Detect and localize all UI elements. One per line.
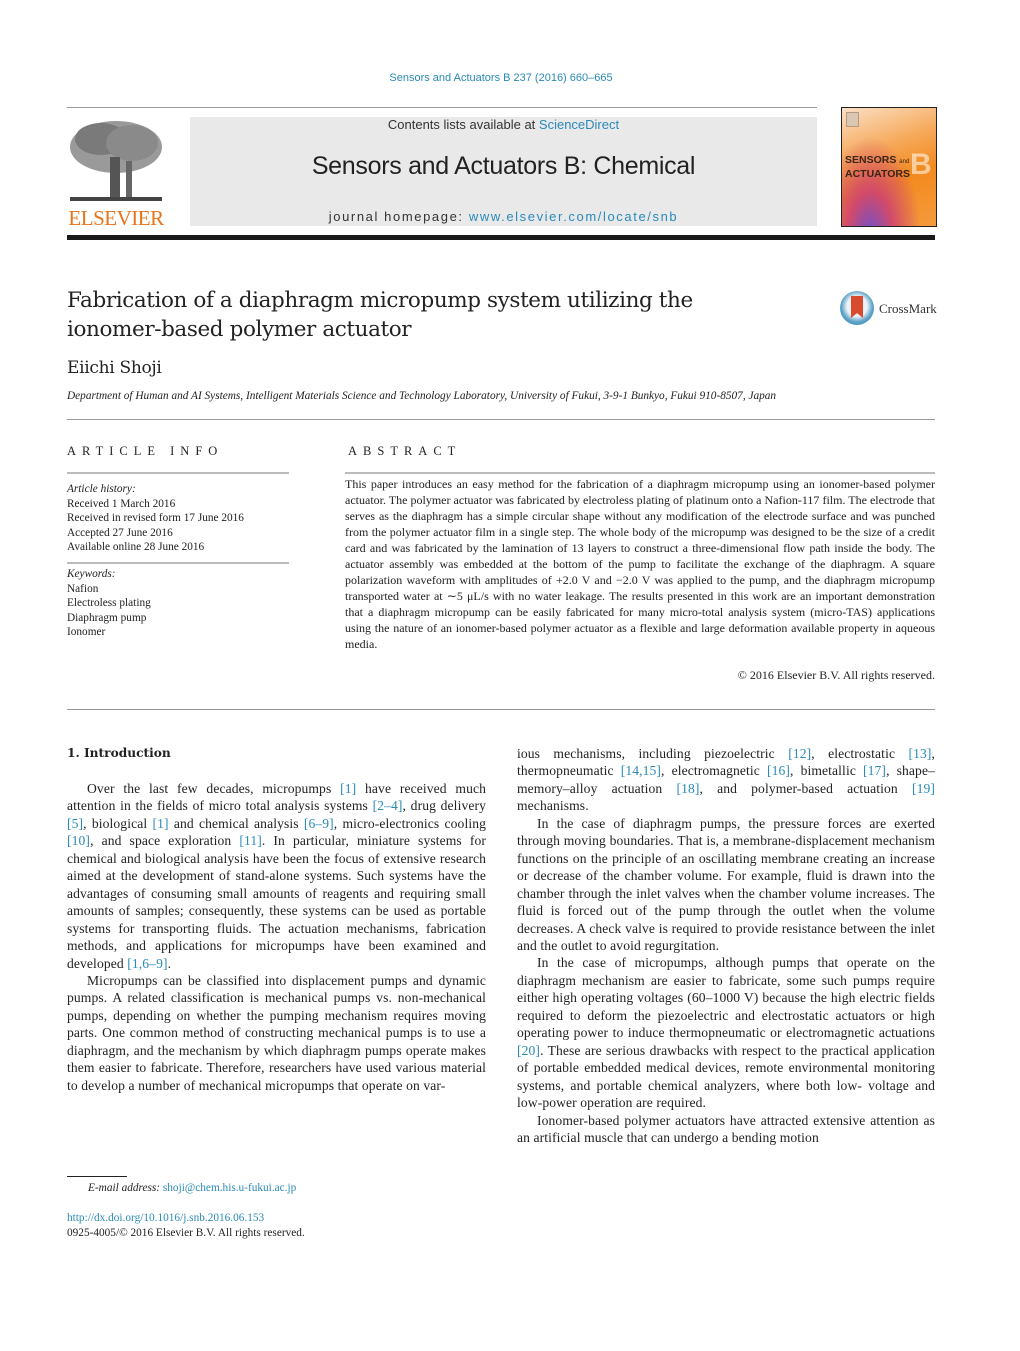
citation-link[interactable]: [5] — [67, 816, 83, 831]
abstract-divider — [345, 472, 935, 474]
history-item: Accepted 27 June 2016 — [67, 526, 173, 539]
body-paragraph: In the case of diaphragm pumps, the pres… — [517, 815, 935, 955]
body-paragraph: In the case of micropumps, although pump… — [517, 954, 935, 1111]
body-paragraph: Over the last few decades, micropumps [1… — [67, 780, 486, 972]
cover-letter: B — [910, 148, 932, 181]
paragraph-text: . In particular, miniature systems for c… — [67, 833, 486, 971]
paragraph-text: , micro-electronics cooling — [333, 815, 487, 831]
elsevier-badge-icon — [846, 112, 859, 127]
citation-link[interactable]: [1,6–9] — [127, 956, 167, 971]
affiliation-divider — [67, 419, 935, 420]
paragraph-text: In the case of diaphragm pumps, the pres… — [517, 815, 935, 953]
cover-and: and — [899, 159, 910, 165]
tree-icon — [66, 117, 166, 205]
citation-link[interactable]: [11] — [239, 833, 262, 848]
paragraph-text: mechanisms. — [517, 798, 589, 814]
crossmark-label: CrossMark — [879, 301, 937, 316]
body-paragraph: ious mechanisms, including piezoelectric… — [517, 745, 935, 815]
paragraph-text: and chemical analysis — [168, 815, 304, 831]
paragraph-text: , electromagnetic — [661, 763, 767, 779]
email-label: E-mail address: — [88, 1182, 161, 1194]
paragraph-text: In the case of micropumps, although pump… — [517, 955, 935, 1041]
citation-link[interactable]: [20] — [517, 1043, 540, 1058]
keyword: Diaphragm pump — [67, 611, 147, 624]
citation-link[interactable]: [1] — [152, 816, 168, 831]
citation-link[interactable]: [1] — [340, 781, 356, 796]
crossmark-button[interactable]: CrossMark — [838, 290, 938, 330]
history-item: Received in revised form 17 June 2016 — [67, 512, 244, 525]
body-paragraph: Ionomer-based polymer actuators have att… — [517, 1112, 935, 1147]
journal-name: Sensors and Actuators B: Chemical — [311, 152, 696, 180]
history-item: Received 1 March 2016 — [67, 497, 176, 510]
paragraph-text: , and polymer-based actuation — [699, 780, 912, 796]
header-thick-divider — [67, 235, 935, 240]
citation-link[interactable]: [2–4] — [373, 798, 403, 813]
citation-link[interactable]: [12] — [788, 746, 811, 761]
article-title: Fabrication of a diaphragm micropump sys… — [67, 288, 693, 342]
paragraph-text: Ionomer-based polymer actuators have att… — [517, 1112, 935, 1145]
section-heading: 1. Introduction — [67, 746, 171, 760]
paragraph-text: , electrostatic — [811, 746, 909, 761]
citation-link[interactable]: [10] — [67, 833, 90, 848]
footnote-divider — [67, 1176, 127, 1177]
journal-homepage-line: journal homepage: www.elsevier.com/locat… — [190, 209, 817, 224]
elsevier-wordmark[interactable]: ELSEVIER — [66, 206, 166, 231]
issn-copyright: 0925-4005/© 2016 Elsevier B.V. All right… — [67, 1227, 305, 1239]
sciencedirect-link[interactable]: ScienceDirect — [539, 117, 619, 132]
top-divider — [67, 107, 817, 108]
cover-line2: ACTUATORS — [845, 168, 910, 180]
article-history: Article history: Received 1 March 2016 R… — [67, 482, 289, 555]
author-name: Eiichi Shoji — [67, 358, 162, 378]
contents-prefix: Contents lists available at — [387, 117, 539, 132]
body-column-left: Over the last few decades, micropumps [1… — [67, 780, 486, 1094]
cover-line1: SENSORS — [845, 154, 897, 166]
keywords-label: Keywords: — [67, 568, 116, 580]
body-column-right: ious mechanisms, including piezoelectric… — [517, 745, 935, 1146]
paragraph-text: , drug delivery — [402, 798, 486, 814]
abstract-copyright: © 2016 Elsevier B.V. All rights reserved… — [737, 668, 935, 682]
history-label: Article history: — [67, 483, 136, 495]
keywords-divider — [67, 562, 289, 564]
history-item: Available online 28 June 2016 — [67, 541, 205, 554]
journal-reference-link[interactable]: Sensors and Actuators B 237 (2016) 660–6… — [0, 72, 1002, 84]
citation-link[interactable]: [14,15] — [621, 763, 661, 778]
body-paragraph: Micropumps can be classified into displa… — [67, 972, 486, 1094]
cover-title: SENSORS and ACTUATORS — [845, 154, 910, 180]
journal-cover-image[interactable]: B SENSORS and ACTUATORS — [841, 107, 937, 227]
paragraph-text: . — [167, 955, 172, 971]
journal-homepage-link[interactable]: www.elsevier.com/locate/snb — [469, 209, 678, 224]
citation-link[interactable]: [6–9] — [304, 816, 334, 831]
paragraph-text: . These are serious drawbacks with respe… — [517, 1042, 935, 1111]
paragraph-text: Over the last few decades, micropumps — [87, 781, 341, 796]
article-info-divider — [67, 472, 289, 474]
paragraph-text: , biological — [83, 815, 153, 831]
keyword: Electroless plating — [67, 597, 151, 610]
body-divider — [67, 709, 935, 710]
paragraph-text: Micropumps can be classified into displa… — [67, 972, 486, 1093]
email-link[interactable]: shoji@chem.his.u-fukui.ac.jp — [163, 1182, 296, 1194]
paragraph-text: , and space exploration — [90, 833, 240, 849]
author-affiliation: Department of Human and AI Systems, Inte… — [67, 390, 777, 402]
article-info-heading: ARTICLE INFO — [67, 444, 224, 458]
contents-line: Contents lists available at ScienceDirec… — [190, 117, 817, 132]
abstract-text: This paper introduces an easy method for… — [345, 477, 935, 651]
paragraph-text: , bimetallic — [790, 763, 864, 779]
citation-link[interactable]: [13] — [908, 746, 931, 761]
citation-link[interactable]: [17] — [863, 763, 886, 778]
keyword: Ionomer — [67, 626, 106, 639]
citation-link[interactable]: [19] — [912, 781, 935, 796]
keywords: Keywords: Nafion Electroless plating Dia… — [67, 567, 289, 640]
doi-link[interactable]: http://dx.doi.org/10.1016/j.snb.2016.06.… — [67, 1212, 264, 1224]
abstract-heading: ABSTRACT — [348, 444, 462, 458]
paragraph-text: ious mechanisms, including piezoelectric — [517, 746, 789, 761]
email-footnote: E-mail address: shoji@chem.his.u-fukui.a… — [88, 1182, 296, 1194]
citation-link[interactable]: [16] — [767, 763, 790, 778]
citation-link[interactable]: [18] — [676, 781, 699, 796]
keyword: Nafion — [67, 582, 99, 595]
homepage-prefix: journal homepage: — [328, 209, 469, 224]
